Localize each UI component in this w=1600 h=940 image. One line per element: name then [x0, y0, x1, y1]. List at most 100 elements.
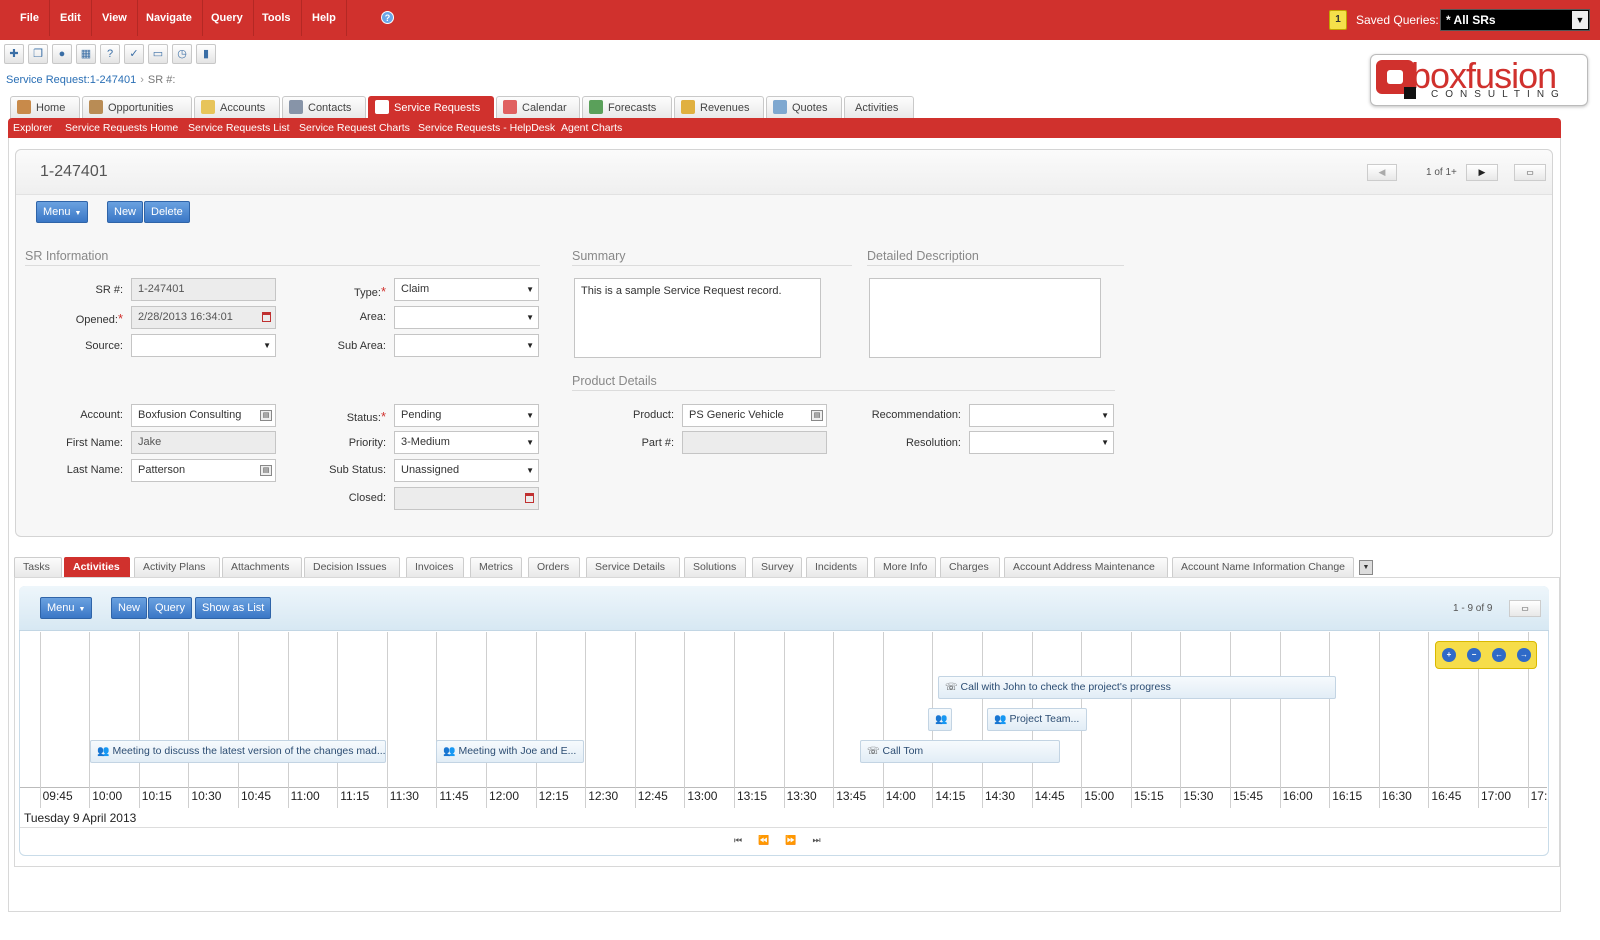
- chevron-down-icon[interactable]: ▼: [1101, 405, 1109, 426]
- tab-charges[interactable]: Charges: [940, 557, 1000, 577]
- activities-layout-toggle[interactable]: ▭: [1509, 600, 1541, 617]
- breadcrumb-link[interactable]: Service Request:1-247401: [6, 74, 136, 86]
- tab-account-address-maintenance[interactable]: Account Address Maintenance: [1004, 557, 1168, 577]
- tab-incidents[interactable]: Incidents: [806, 557, 868, 577]
- chevron-down-icon[interactable]: ▼: [526, 335, 534, 356]
- last-page-icon[interactable]: ⏭: [813, 835, 823, 846]
- tab-invoices[interactable]: Invoices: [406, 557, 464, 577]
- sub-status-select[interactable]: Unassigned ▼: [394, 459, 539, 482]
- account-field[interactable]: Boxfusion Consulting ▤: [131, 404, 276, 427]
- chevron-down-icon[interactable]: ▼: [526, 460, 534, 481]
- tab-revenues[interactable]: Revenues: [674, 96, 764, 120]
- product-field[interactable]: PS Generic Vehicle ▤: [682, 404, 827, 427]
- tab-more-info[interactable]: More Info: [874, 557, 936, 577]
- next-record-button[interactable]: ▶: [1466, 164, 1498, 181]
- summary-textarea[interactable]: This is a sample Service Request record.: [574, 278, 821, 358]
- activity-timeline[interactable]: 009:4510:0010:1510:3010:4511:0011:1511:3…: [20, 632, 1547, 828]
- previous-record-button[interactable]: ◀: [1367, 164, 1397, 181]
- part-field[interactable]: [682, 431, 827, 454]
- next-page-icon[interactable]: ⏩: [785, 835, 798, 846]
- subnav-sr-helpdesk[interactable]: Service Requests - HelpDesk: [418, 118, 555, 138]
- opened-field[interactable]: 2/28/2013 16:34:01: [131, 306, 276, 329]
- type-select[interactable]: Claim ▼: [394, 278, 539, 301]
- tab-attachments[interactable]: Attachments: [222, 557, 302, 577]
- chevron-down-icon[interactable]: ▼: [526, 307, 534, 328]
- tab-decision-issues[interactable]: Decision Issues: [304, 557, 400, 577]
- help-icon[interactable]: ?: [381, 11, 394, 24]
- subnav-sr-list[interactable]: Service Requests List: [188, 118, 290, 138]
- pick-applet-icon[interactable]: ▤: [811, 410, 823, 421]
- delete-button[interactable]: Delete: [144, 201, 190, 223]
- activities-query-button[interactable]: Query: [148, 597, 192, 619]
- pick-applet-icon[interactable]: ▤: [260, 410, 272, 421]
- saved-queries-badge[interactable]: 1: [1329, 10, 1347, 30]
- tab-survey[interactable]: Survey: [752, 557, 802, 577]
- globe-icon[interactable]: ●: [52, 44, 72, 64]
- tab-orders[interactable]: Orders: [528, 557, 580, 577]
- first-name-field[interactable]: Jake: [131, 431, 276, 454]
- tab-service-requests[interactable]: Service Requests: [368, 96, 494, 120]
- activities-new-button[interactable]: New: [111, 597, 148, 619]
- help-book-icon[interactable]: ?: [100, 44, 120, 64]
- chevron-down-icon[interactable]: ▼: [263, 335, 271, 356]
- tab-account-name-information-change[interactable]: Account Name Information Change: [1172, 557, 1354, 577]
- menu-query[interactable]: Query: [201, 0, 254, 36]
- tab-activities[interactable]: Activities: [844, 96, 914, 120]
- detailed-description-textarea[interactable]: [869, 278, 1101, 358]
- tab-opportunities[interactable]: Opportunities: [82, 96, 192, 120]
- tab-solutions[interactable]: Solutions: [684, 557, 746, 577]
- chevron-down-icon[interactable]: ▼: [526, 432, 534, 453]
- new-button[interactable]: New: [107, 201, 144, 223]
- timeline-event[interactable]: 👥 Meeting with Joe and E...: [436, 740, 584, 763]
- checklist-icon[interactable]: ✓: [124, 44, 144, 64]
- form-menu-button[interactable]: Menu ▼: [36, 201, 89, 223]
- pick-applet-icon[interactable]: ▤: [260, 465, 272, 476]
- timeline-event[interactable]: 👥 Project Team...: [987, 708, 1087, 731]
- calendar-icon[interactable]: [262, 312, 271, 322]
- subnav-sr-home[interactable]: Service Requests Home: [65, 118, 178, 138]
- tab-home[interactable]: Home: [10, 96, 80, 120]
- menu-view[interactable]: View: [92, 0, 138, 36]
- area-select[interactable]: ▼: [394, 306, 539, 329]
- activities-menu-button[interactable]: Menu ▼: [40, 597, 93, 619]
- closed-field[interactable]: [394, 487, 539, 510]
- sub-area-select[interactable]: ▼: [394, 334, 539, 357]
- tab-contacts[interactable]: Contacts: [282, 96, 366, 120]
- status-select[interactable]: Pending ▼: [394, 404, 539, 427]
- arrow-right-icon[interactable]: →: [1517, 648, 1531, 662]
- tab-activity-plans[interactable]: Activity Plans: [134, 557, 220, 577]
- resolution-select[interactable]: ▼: [969, 431, 1114, 454]
- menu-file[interactable]: File: [10, 0, 50, 36]
- copy-record-icon[interactable]: ❐: [28, 44, 48, 64]
- menu-navigate[interactable]: Navigate: [136, 0, 203, 36]
- tab-accounts[interactable]: Accounts: [194, 96, 280, 120]
- subnav-sr-charts[interactable]: Service Request Charts: [299, 118, 410, 138]
- tab-service-details[interactable]: Service Details: [586, 557, 680, 577]
- recommendation-select[interactable]: ▼: [969, 404, 1114, 427]
- timeline-event[interactable]: 👥: [928, 708, 952, 731]
- tab-quotes[interactable]: Quotes: [766, 96, 842, 120]
- tab-metrics[interactable]: Metrics: [470, 557, 522, 577]
- subnav-agent-charts[interactable]: Agent Charts: [561, 118, 622, 138]
- menu-tools[interactable]: Tools: [252, 0, 302, 36]
- more-tabs-chevron-down-icon[interactable]: ▼: [1359, 560, 1373, 575]
- show-as-list-button[interactable]: Show as List: [195, 597, 272, 619]
- calendar-icon[interactable]: [525, 493, 534, 503]
- chevron-down-icon[interactable]: ▼: [526, 279, 534, 300]
- zoom-out-icon[interactable]: −: [1467, 648, 1481, 662]
- previous-page-icon[interactable]: ⏪: [758, 835, 771, 846]
- source-select[interactable]: ▼: [131, 334, 276, 357]
- tab-activities-active[interactable]: Activities: [64, 557, 130, 577]
- priority-select[interactable]: 3-Medium ▼: [394, 431, 539, 454]
- zoom-in-icon[interactable]: +: [1442, 648, 1456, 662]
- chevron-down-icon[interactable]: ▼: [1572, 11, 1588, 29]
- new-record-icon[interactable]: ✚: [4, 44, 24, 64]
- chevron-down-icon[interactable]: ▼: [526, 405, 534, 426]
- print-icon[interactable]: ▭: [148, 44, 168, 64]
- arrow-left-icon[interactable]: ←: [1492, 648, 1506, 662]
- tab-forecasts[interactable]: Forecasts: [582, 96, 672, 120]
- tab-tasks[interactable]: Tasks: [14, 557, 62, 577]
- timeline-event[interactable]: 👥 Meeting to discuss the latest version o…: [90, 740, 386, 763]
- calculator-icon[interactable]: ▦: [76, 44, 96, 64]
- saved-queries-select[interactable]: * All SRs ▼: [1440, 9, 1590, 31]
